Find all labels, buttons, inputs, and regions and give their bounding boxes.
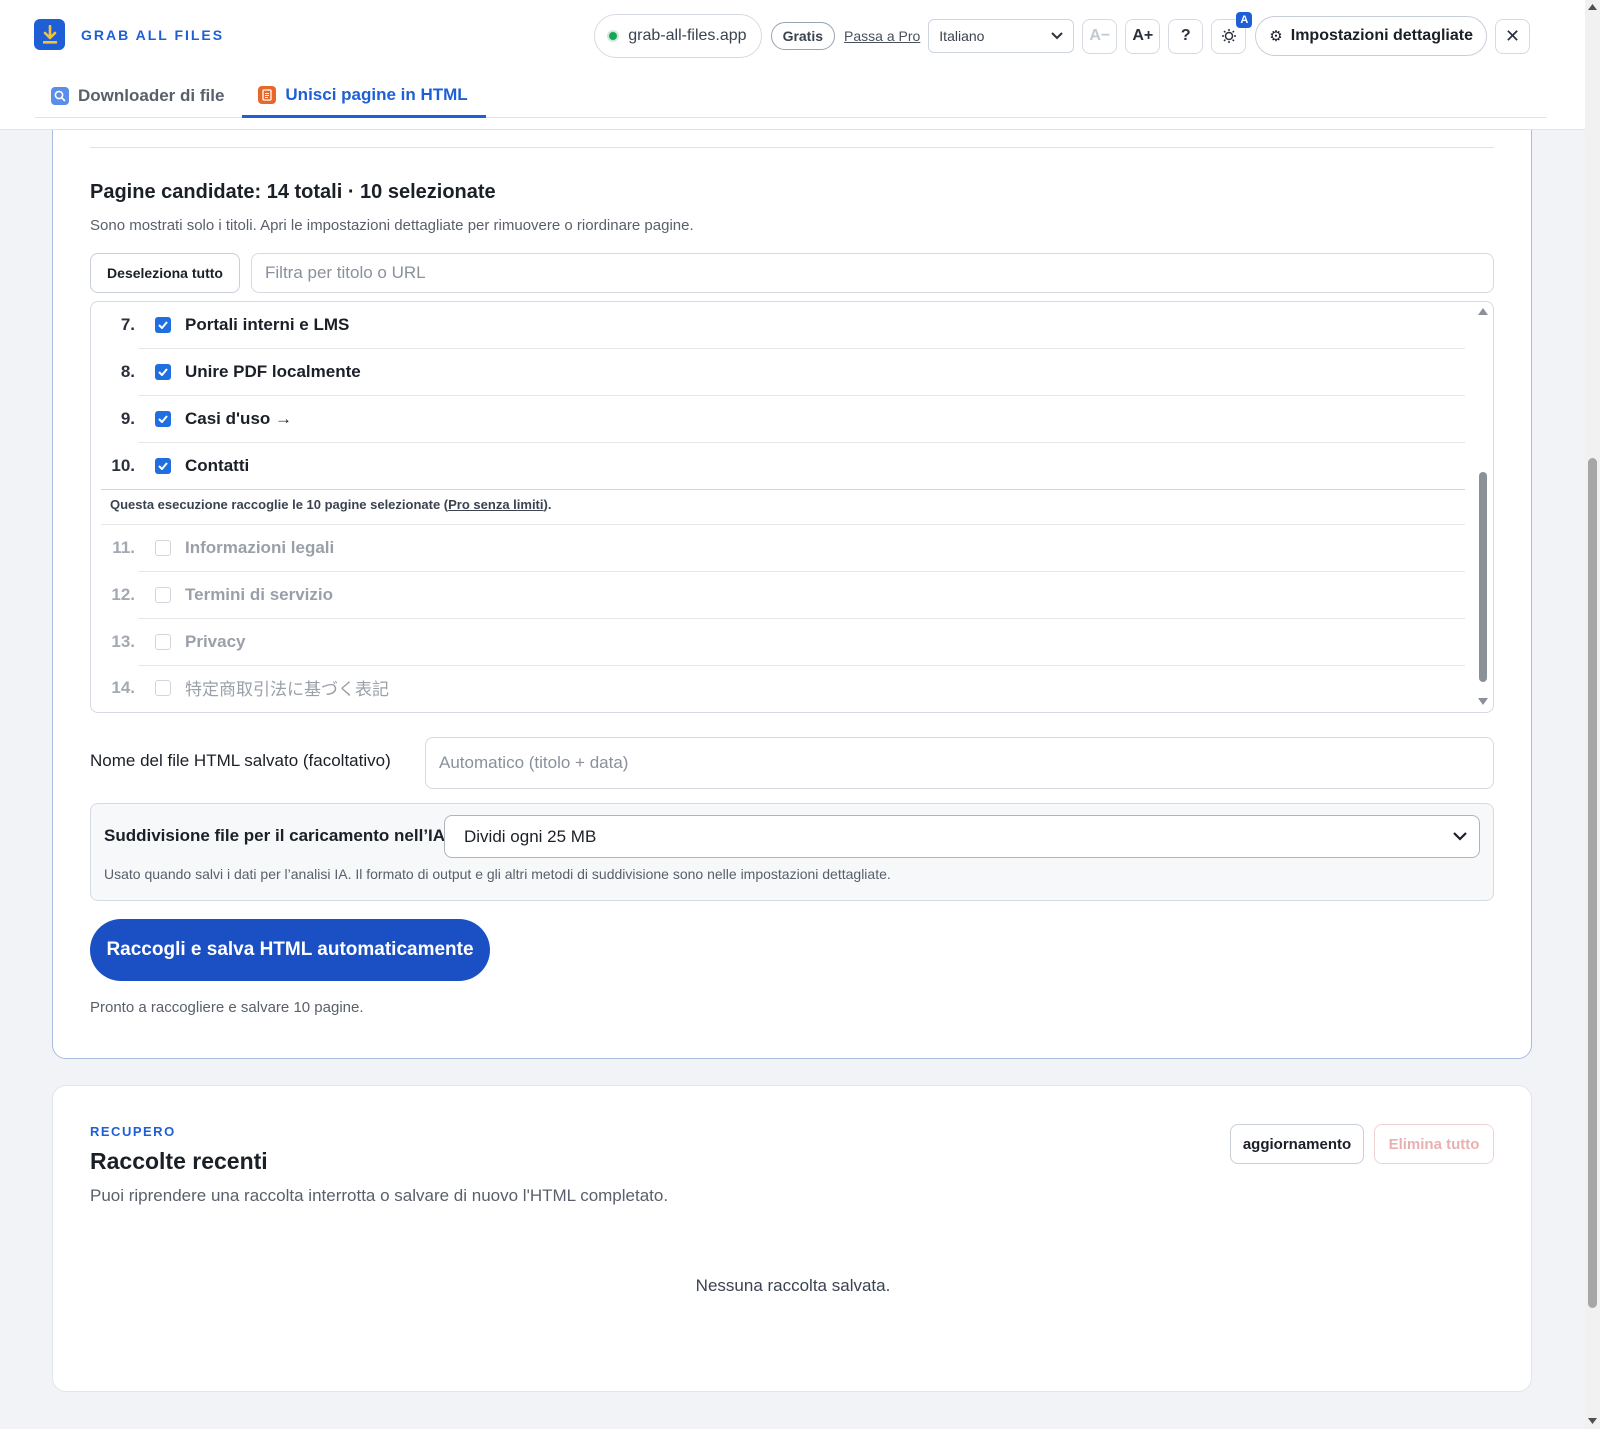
- help-button[interactable]: ?: [1168, 18, 1204, 54]
- page-checkbox[interactable]: [155, 679, 171, 696]
- page-title: Unire PDF localmente: [185, 361, 361, 381]
- font-decrease-button[interactable]: A−: [1082, 18, 1118, 54]
- page-checkbox[interactable]: [155, 633, 171, 650]
- page-checkbox[interactable]: [155, 363, 171, 380]
- page-scroll-thumb[interactable]: [1588, 458, 1597, 1308]
- split-select[interactable]: Dividi ogni 25 MB: [444, 815, 1480, 858]
- page-number: 8.: [120, 361, 135, 381]
- split-value: Dividi ogni 25 MB: [464, 826, 597, 846]
- online-status-icon: [607, 30, 620, 42]
- page-title: Termini di servizio: [185, 584, 334, 604]
- page-title: 特定商取引法に基づく表記: [185, 680, 389, 699]
- filename-label: Nome del file HTML salvato (facoltativo): [90, 751, 391, 770]
- detailed-settings-button[interactable]: ⚙ Impostazioni dettagliate: [1255, 16, 1487, 56]
- auto-theme-badge: A: [1236, 11, 1253, 28]
- page-number: 7.: [120, 314, 135, 334]
- divider: [90, 147, 1494, 148]
- limit-note-suffix: ).: [543, 497, 552, 512]
- list-item[interactable]: 13. Privacy: [91, 618, 1465, 665]
- domain-label: grab-all-files.app: [628, 27, 747, 44]
- page-number: 14.: [111, 677, 135, 697]
- deselect-all-button[interactable]: Deseleziona tutto: [90, 253, 240, 293]
- list-item[interactable]: 8. Unire PDF localmente: [91, 348, 1465, 395]
- scroll-up-icon[interactable]: [1588, 4, 1597, 10]
- detailed-settings-label: Impostazioni dettagliate: [1290, 27, 1473, 44]
- split-label: Suddivisione file per il caricamento nel…: [104, 826, 446, 845]
- scroll-down-icon[interactable]: [1478, 698, 1488, 705]
- theme-toggle-button[interactable]: A: [1211, 11, 1253, 54]
- status-text: Pronto a raccogliere e salvare 10 pagine…: [90, 999, 364, 1016]
- limit-note-text: Questa esecuzione raccoglie le 10 pagine…: [110, 497, 449, 512]
- recovery-title: Raccolte recenti: [90, 1148, 268, 1174]
- filename-input[interactable]: Automatico (titolo + data): [425, 737, 1494, 789]
- tab-label: Downloader di file: [78, 86, 225, 105]
- page-list: 7. Portali interni e LMS 8. Unire PDF lo…: [90, 301, 1494, 713]
- page-checkbox[interactable]: [155, 586, 171, 603]
- header-controls: grab-all-files.app Gratis Passa a Pro It…: [594, 11, 1530, 58]
- chevron-down-icon: [1051, 32, 1064, 40]
- gear-icon: ⚙: [1269, 28, 1283, 45]
- page-checkbox[interactable]: [155, 539, 171, 556]
- collect-save-button[interactable]: Raccogli e salva HTML automaticamente: [90, 919, 490, 981]
- split-settings: Suddivisione file per il caricamento nel…: [90, 803, 1494, 901]
- list-scroll-thumb[interactable]: [1479, 472, 1487, 682]
- limit-note: Questa esecuzione raccoglie le 10 pagine…: [110, 497, 551, 512]
- language-value: Italiano: [939, 28, 985, 44]
- delete-all-button[interactable]: Elimina tutto: [1374, 1124, 1494, 1164]
- list-scrollbar[interactable]: [1477, 306, 1489, 706]
- document-icon: [258, 85, 277, 104]
- recovery-card: RECUPERO Raccolte recenti Puoi riprender…: [52, 1085, 1532, 1392]
- list-item[interactable]: 9. Casi d'uso →: [91, 395, 1465, 442]
- page-title: Contatti: [185, 455, 250, 475]
- upgrade-link[interactable]: Passa a Pro: [844, 28, 920, 44]
- list-item[interactable]: 12. Termini di servizio: [91, 571, 1465, 618]
- section-eyebrow: RECUPERO: [90, 1124, 176, 1139]
- brand-name: GRAB ALL FILES: [81, 26, 225, 43]
- download-icon: [34, 19, 65, 50]
- domain-indicator: grab-all-files.app: [594, 14, 762, 58]
- row-divider: [101, 489, 1465, 490]
- scroll-up-icon[interactable]: [1478, 308, 1488, 315]
- chevron-down-icon: [1453, 832, 1467, 841]
- search-icon: [51, 87, 69, 105]
- page-title: Portali interni e LMS: [185, 314, 350, 334]
- page-title: Informazioni legali: [185, 537, 335, 557]
- refresh-button[interactable]: aggiornamento: [1230, 1124, 1364, 1164]
- filter-input[interactable]: Filtra per titolo o URL: [251, 253, 1494, 293]
- language-select[interactable]: Italiano: [928, 19, 1075, 53]
- page-title: Casi d'uso →: [185, 408, 293, 428]
- page-number: 9.: [120, 408, 135, 428]
- page-title: Privacy: [185, 631, 246, 651]
- tab-label: Unisci pagine in HTML: [285, 84, 468, 104]
- list-item[interactable]: 10. Contatti: [91, 442, 1465, 489]
- tab-merge-html[interactable]: Unisci pagine in HTML: [242, 74, 486, 118]
- split-help: Usato quando salvi i dati per l’analisi …: [104, 866, 891, 882]
- page-checkbox[interactable]: [155, 316, 171, 333]
- empty-state: Nessuna raccolta salvata.: [695, 1276, 891, 1295]
- page-checkbox[interactable]: [155, 410, 171, 427]
- scroll-down-icon[interactable]: [1588, 1418, 1597, 1424]
- font-increase-button[interactable]: A+: [1125, 18, 1161, 54]
- page-scrollbar[interactable]: [1585, 0, 1600, 1429]
- tab-file-downloader[interactable]: Downloader di file: [35, 74, 242, 118]
- brand: GRAB ALL FILES: [34, 19, 224, 50]
- merge-card: Pagine candidate: 14 totali · 10 selezio…: [52, 100, 1532, 1059]
- close-button[interactable]: ✕: [1495, 18, 1530, 54]
- page-number: 12.: [111, 584, 135, 604]
- page-checkbox[interactable]: [155, 457, 171, 474]
- page-number: 11.: [112, 537, 135, 557]
- pro-unlimited-link[interactable]: Pro senza limiti: [448, 497, 543, 512]
- page-number: 13.: [111, 631, 135, 651]
- recovery-subtitle: Puoi riprendere una raccolta interrotta …: [90, 1186, 669, 1205]
- list-item[interactable]: 14. 特定商取引法に基づく表記: [91, 664, 1465, 711]
- tab-bar: Downloader di file Unisci pagine in HTML: [35, 74, 1547, 118]
- candidates-title: Pagine candidate: 14 totali · 10 selezio…: [90, 181, 496, 203]
- sun-icon: [1221, 29, 1236, 43]
- page-number: 10.: [111, 455, 135, 475]
- candidates-subtitle: Sono mostrati solo i titoli. Apri le imp…: [90, 217, 694, 234]
- top-bar: GRAB ALL FILES grab-all-files.app Gratis…: [0, 0, 1585, 130]
- list-item[interactable]: 7. Portali interni e LMS: [91, 302, 1465, 348]
- plan-badge: Gratis: [770, 22, 836, 50]
- list-item[interactable]: 11. Informazioni legali: [91, 524, 1465, 571]
